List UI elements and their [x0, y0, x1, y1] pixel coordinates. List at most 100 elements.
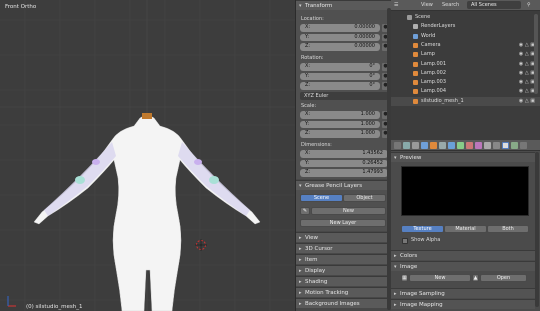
- 3d-cursor-panel-header[interactable]: 3D Cursor: [296, 243, 392, 254]
- texture-tab-icon[interactable]: [475, 142, 482, 149]
- shading-panel-header[interactable]: Shading: [296, 276, 392, 287]
- outliner-search-menu[interactable]: Search: [442, 2, 459, 8]
- motion-tracking-panel-header[interactable]: Motion Tracking: [296, 287, 392, 298]
- visibility-toggles-icon[interactable]: ◉ △ ▣: [519, 97, 535, 106]
- modifiers-tab-icon[interactable]: [448, 142, 455, 149]
- rotation-x-field[interactable]: X: 0°: [300, 63, 380, 71]
- colors-panel-header[interactable]: Colors: [391, 250, 535, 261]
- scene-icon: [407, 15, 412, 20]
- render-layers-tab-icon[interactable]: [403, 142, 410, 149]
- background-images-panel-header[interactable]: Background Images: [296, 298, 392, 309]
- outliner-row[interactable]: Scene: [391, 13, 540, 22]
- properties-region: Transform Location: X:0.00000 ● Y:0.0000…: [295, 0, 392, 311]
- transform-panel-header[interactable]: Transform: [296, 0, 392, 11]
- dimensions-y-field[interactable]: Y: 0.26452: [300, 159, 388, 167]
- location-label: Location:: [301, 16, 324, 22]
- checker-texture-icon[interactable]: [502, 142, 509, 149]
- rotation-mode-dropdown[interactable]: XYZ Euler: [300, 92, 388, 100]
- scale-y-field[interactable]: Y: 1.000: [300, 120, 380, 128]
- outliner-view-menu[interactable]: View: [421, 2, 433, 8]
- grease-pencil-header[interactable]: Grease Pencil Layers: [296, 180, 392, 191]
- world-icon: [413, 33, 418, 39]
- outliner-row[interactable]: World: [391, 32, 540, 41]
- viewport-grid: [0, 0, 295, 311]
- image-new-button[interactable]: New: [409, 274, 471, 282]
- visibility-toggles-icon[interactable]: ◉ △ ▣: [519, 41, 535, 50]
- outliner-row[interactable]: Camera ◉ △ ▣: [391, 41, 540, 50]
- scale-x-field[interactable]: X: 1.000: [300, 111, 380, 119]
- material-tab[interactable]: Material: [444, 225, 487, 233]
- scale-label: Scale:: [301, 103, 317, 109]
- outliner-row-label: Camera: [421, 41, 441, 48]
- outliner-row[interactable]: Lamp.001 ◉ △ ▣: [391, 60, 540, 69]
- visibility-toggles-icon[interactable]: ◉ △ ▣: [519, 50, 535, 59]
- show-alpha-checkbox[interactable]: [402, 238, 408, 244]
- search-icon[interactable]: ⚲: [527, 2, 531, 8]
- grease-new-button[interactable]: New: [311, 207, 386, 215]
- outliner-row[interactable]: Lamp ◉ △ ▣: [391, 50, 540, 59]
- image-mapping-header[interactable]: Image Mapping: [391, 299, 535, 310]
- object-tab-icon[interactable]: [430, 142, 437, 149]
- outliner-row-label: Lamp.002: [421, 69, 447, 76]
- outliner-row[interactable]: Lamp.003 ◉ △ ▣: [391, 78, 540, 87]
- outliner-row-label: Lamp: [421, 51, 435, 58]
- scene-tab-icon[interactable]: [412, 142, 419, 149]
- visibility-toggles-icon[interactable]: ◉ △ ▣: [519, 60, 535, 69]
- display-panel-header[interactable]: Display: [296, 265, 392, 276]
- mesh-icon: [413, 98, 418, 104]
- item-panel-header[interactable]: Item: [296, 254, 392, 265]
- texture-tab[interactable]: Texture: [401, 225, 444, 233]
- outliner-row[interactable]: RenderLayers: [391, 22, 540, 31]
- new-layer-button[interactable]: New Layer: [300, 219, 386, 227]
- outliner-scrollbar[interactable]: [534, 14, 538, 94]
- physics-tab-icon[interactable]: [493, 142, 500, 149]
- preview-panel-header[interactable]: Preview: [391, 152, 535, 163]
- location-x-field[interactable]: X: 0.00000: [300, 24, 380, 32]
- properties-editor: Preview Texture Material Both Show Alpha…: [391, 140, 540, 311]
- properties-scrollbar[interactable]: [535, 152, 539, 307]
- image-sampling-header[interactable]: Image Sampling: [391, 288, 535, 299]
- dimensions-z-field[interactable]: Z: 1.47993: [300, 169, 388, 177]
- outliner-scope-dropdown[interactable]: All Scenes: [467, 1, 521, 9]
- material-tab-icon[interactable]: [466, 142, 473, 149]
- particles-tab-icon[interactable]: [484, 142, 491, 149]
- outliner-row-label: World: [421, 32, 436, 39]
- outliner-row[interactable]: silstudio_mesh_1 ◉ △ ▣: [391, 96, 540, 106]
- scale-z-field[interactable]: Z: 1.000: [300, 130, 380, 138]
- outliner-row[interactable]: Lamp.002 ◉ △ ▣: [391, 69, 540, 78]
- pencil-icon[interactable]: ✎: [300, 207, 310, 215]
- image-panel-header[interactable]: Image: [391, 261, 535, 272]
- 3d-viewport[interactable]: Front Ortho (0) silstudio_mesh_1: [0, 0, 295, 311]
- grease-scene-tab[interactable]: Scene: [300, 194, 343, 202]
- location-z-field[interactable]: Z: 0.00000: [300, 43, 380, 51]
- outliner-row[interactable]: Lamp.004 ◉ △ ▣: [391, 87, 540, 96]
- visibility-toggles-icon[interactable]: ◉ △ ▣: [519, 87, 535, 96]
- properties-tabs: [391, 140, 540, 151]
- view-panel-header[interactable]: View: [296, 232, 392, 243]
- render-tab-icon[interactable]: [394, 142, 401, 149]
- constraints-tab-icon[interactable]: [439, 142, 446, 149]
- lamp-icon: [413, 61, 418, 67]
- location-y-field[interactable]: Y: 0.00000: [300, 33, 380, 41]
- rotation-z-field[interactable]: Z: 0°: [300, 82, 380, 90]
- rotation-y-field[interactable]: Y: 0°: [300, 72, 380, 80]
- brush-tab-icon[interactable]: [511, 142, 518, 149]
- outliner-row-label: Lamp.004: [421, 88, 447, 95]
- outliner-row-label: Lamp.001: [421, 60, 447, 67]
- image-browse-icon[interactable]: ▦: [401, 274, 408, 282]
- outliner-editor-icon[interactable]: ☰: [394, 2, 398, 8]
- misc-tab-icon[interactable]: [520, 142, 527, 149]
- both-tab[interactable]: Both: [487, 225, 529, 233]
- image-open-button[interactable]: Open: [480, 274, 527, 282]
- world-tab-icon[interactable]: [421, 142, 428, 149]
- outliner: ☰ View Search All Scenes ⚲ Scene RenderLa…: [391, 0, 540, 140]
- visibility-toggles-icon[interactable]: ◉ △ ▣: [519, 78, 535, 87]
- grease-object-tab[interactable]: Object: [343, 194, 386, 202]
- dimensions-label: Dimensions:: [301, 142, 332, 148]
- visibility-toggles-icon[interactable]: ◉ △ ▣: [519, 69, 535, 78]
- 3d-cursor-icon: [195, 239, 207, 251]
- data-tab-icon[interactable]: [457, 142, 464, 149]
- dimensions-x-field[interactable]: X: 1.43562: [300, 150, 388, 158]
- lamp-icon: [413, 80, 418, 86]
- folder-icon[interactable]: ▲: [472, 274, 479, 282]
